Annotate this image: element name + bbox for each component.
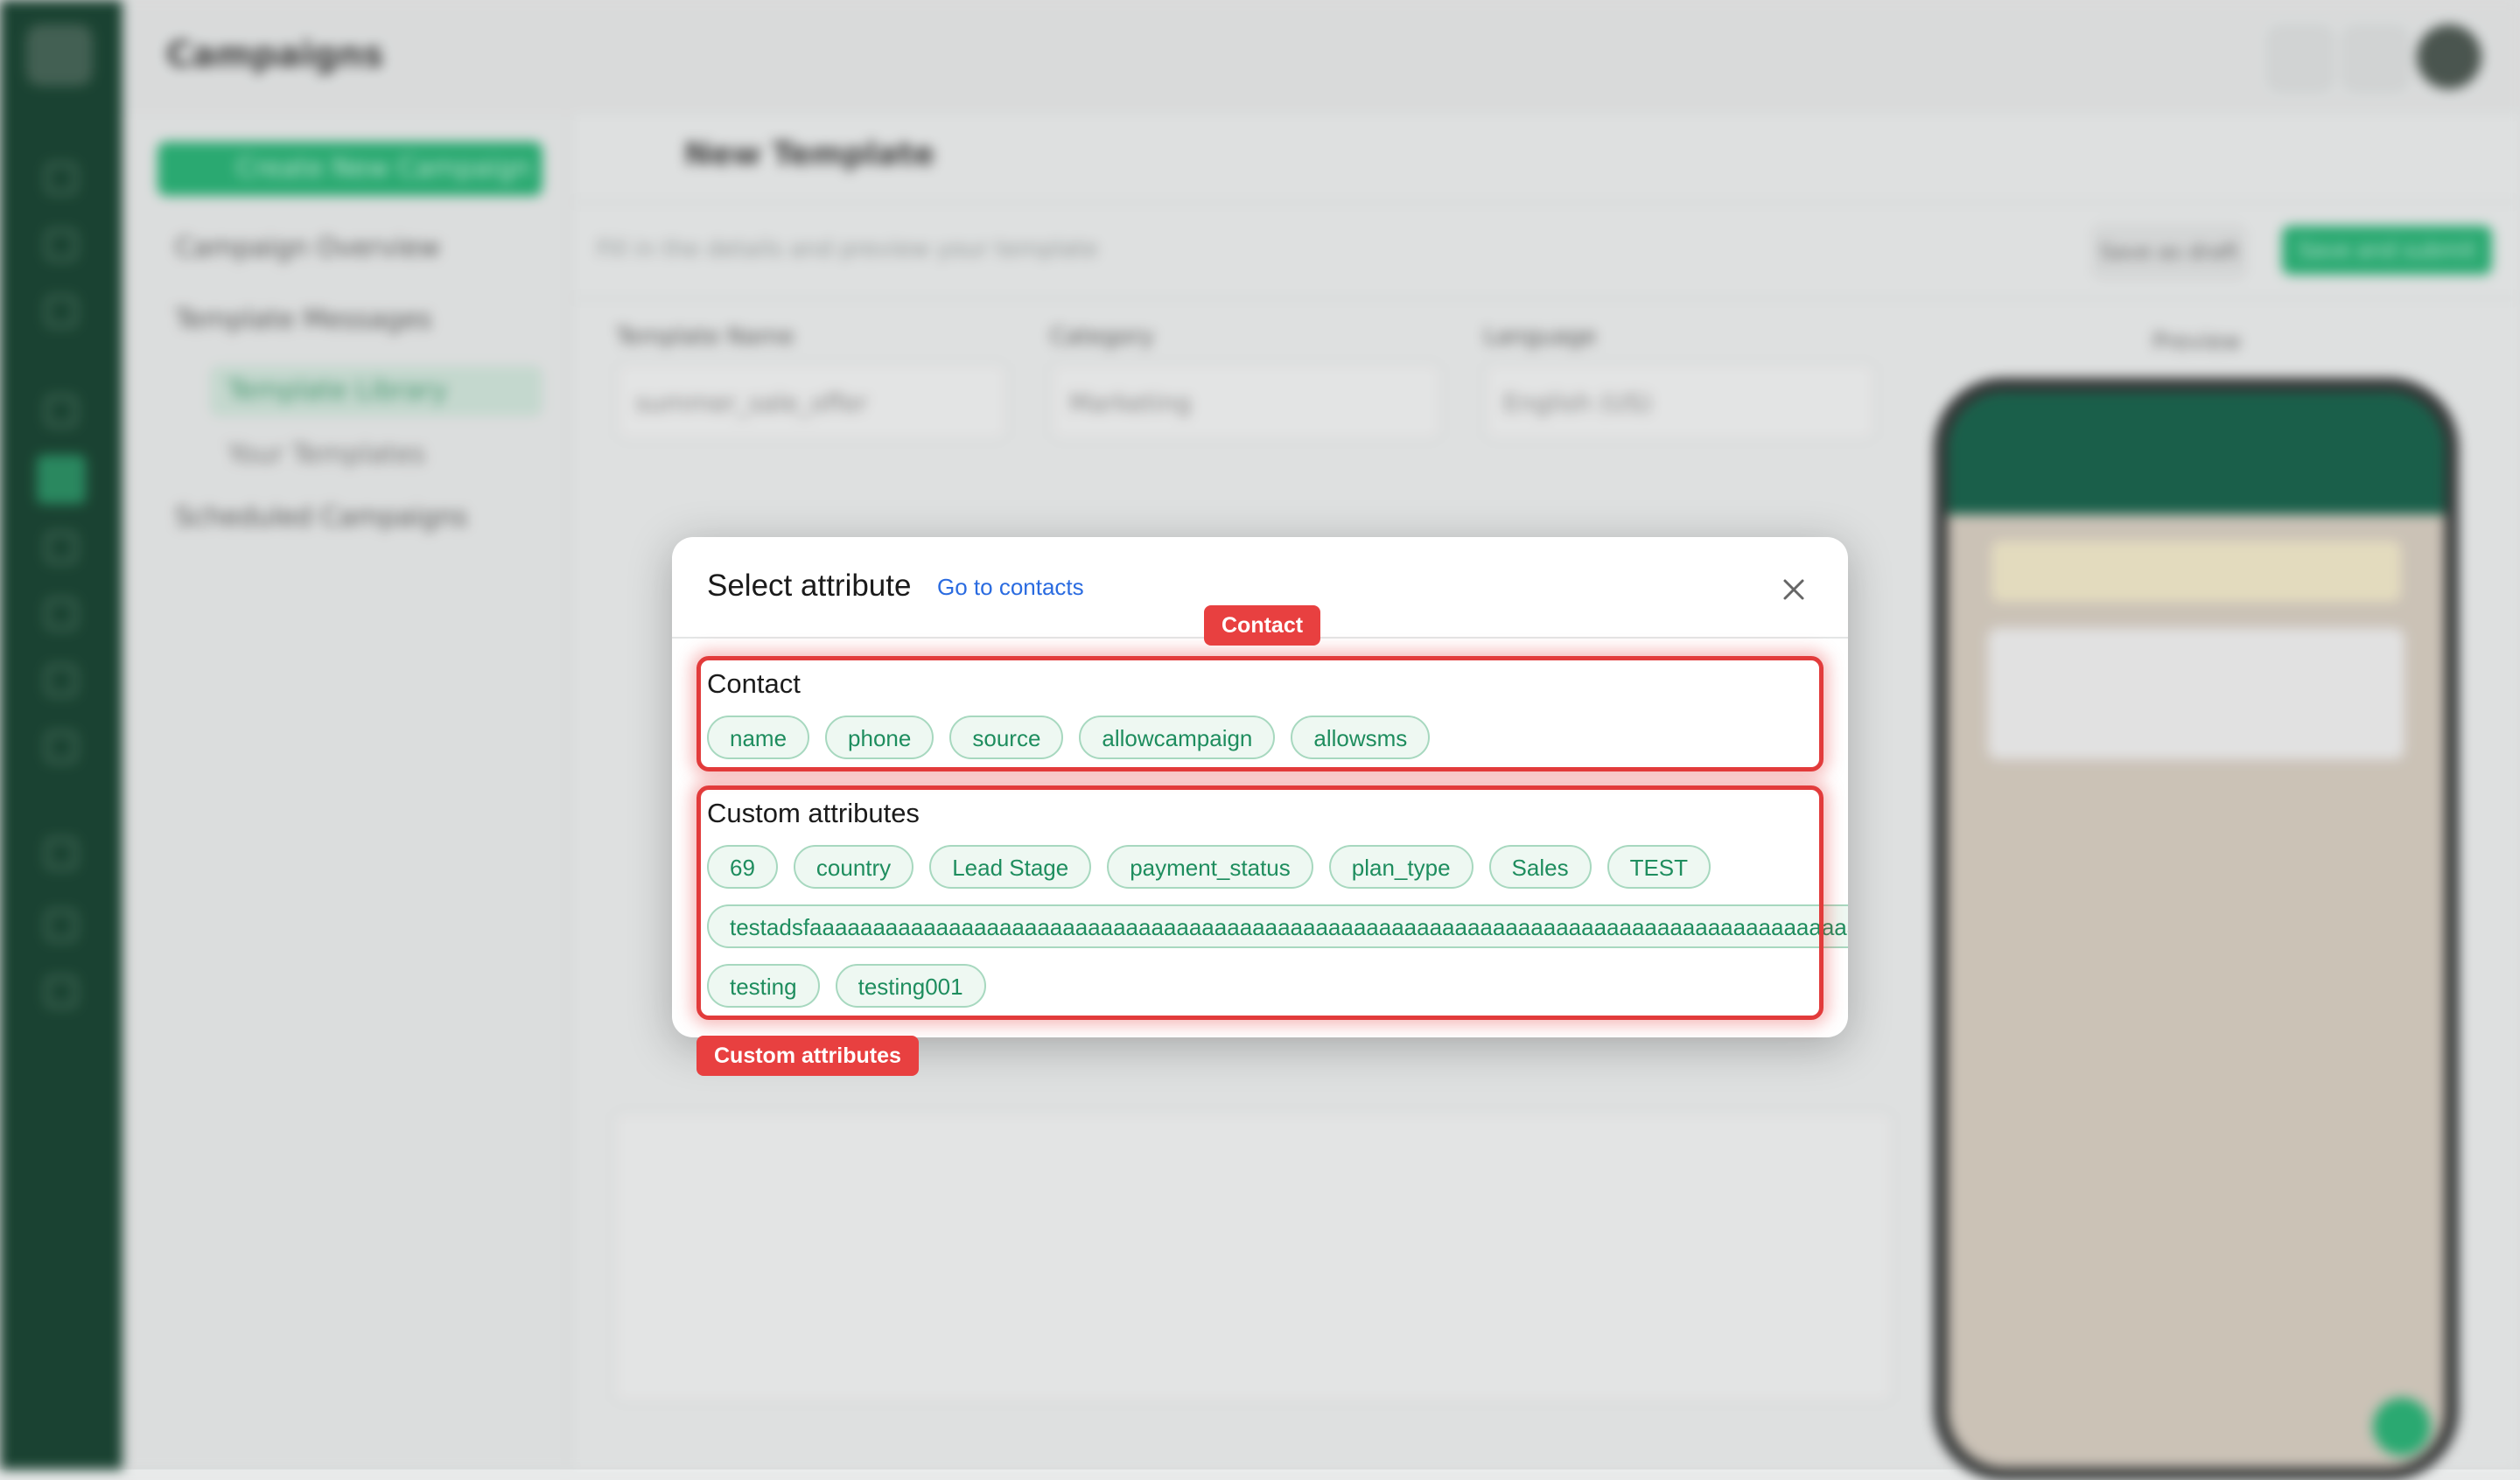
go-to-contacts-link[interactable]: Go to contacts [937,574,1084,601]
custom-highlight-label: Custom attributes [696,1036,919,1076]
contact-highlight-label: Contact [1204,605,1321,646]
close-button[interactable] [1776,572,1811,607]
custom-highlight-box [696,785,1824,1020]
modal-title: Select attribute [707,569,912,603]
close-icon [1783,579,1804,600]
contact-highlight-box [696,656,1824,771]
